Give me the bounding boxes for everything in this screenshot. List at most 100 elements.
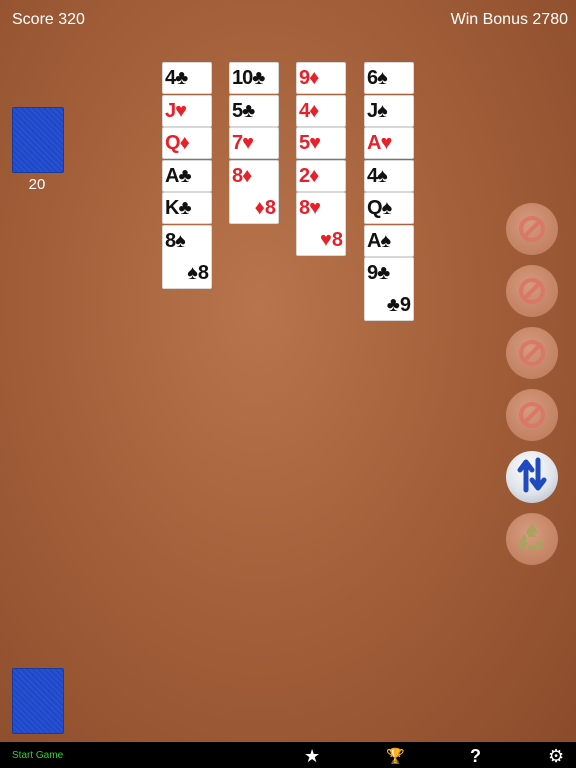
playing-card[interactable]: 2♦	[296, 159, 346, 192]
swap-arrows-icon	[517, 456, 547, 499]
playing-card[interactable]: K♣	[162, 192, 212, 224]
playing-card[interactable]: 4♠	[364, 159, 414, 192]
card-rank: A	[165, 164, 179, 187]
playing-card[interactable]: 7♥	[229, 127, 279, 159]
card-suit: ♥	[242, 132, 254, 154]
win-bonus-label: Win Bonus 2780	[450, 11, 568, 28]
playing-card[interactable]: 6♠	[364, 62, 414, 94]
undo-button[interactable]	[506, 451, 558, 503]
card-corner-suit: ♠	[187, 261, 198, 284]
stock-pile[interactable]	[12, 107, 64, 173]
no-entry-icon	[519, 340, 545, 366]
card-rank: 4	[165, 67, 176, 89]
star-icon[interactable]: ★	[304, 746, 320, 767]
card-rank-suit: 8♥	[299, 195, 321, 221]
card-rank-suit: 4♣	[165, 65, 188, 91]
card-rank: J	[367, 99, 378, 122]
card-rank-suit: Q♠	[367, 195, 393, 221]
card-suit: ♦	[179, 132, 190, 154]
playing-card[interactable]: 5♣	[229, 94, 279, 127]
card-rank: 9	[367, 262, 378, 284]
blocked-slot-3[interactable]	[506, 327, 558, 379]
card-rank-suit: 7♥	[232, 130, 254, 156]
card-suit: ♥	[309, 132, 321, 154]
card-suit: ♥	[380, 132, 392, 154]
playing-card[interactable]: 4♦	[296, 94, 346, 127]
start-game-button[interactable]: Start Game	[12, 750, 63, 761]
no-entry-icon	[519, 402, 545, 428]
card-suit: ♠	[380, 229, 391, 252]
card-rank-suit: 6♠	[367, 65, 388, 91]
recycle-button[interactable]	[506, 513, 558, 565]
stock-count: 20	[28, 176, 46, 193]
card-rank: 9	[299, 67, 310, 89]
card-rank-suit: 9♦	[299, 65, 319, 91]
card-rank-suit: 4♠	[367, 163, 388, 189]
settings-icon[interactable]: ⚙	[548, 746, 564, 767]
card-rank: A	[367, 229, 381, 252]
card-rank-suit: 4♦	[299, 98, 319, 124]
card-suit: ♦	[242, 164, 252, 187]
playing-card[interactable]: Q♠	[364, 192, 414, 224]
card-rank: Q	[165, 132, 181, 154]
waste-pile[interactable]	[12, 668, 64, 734]
playing-card[interactable]: J♥	[162, 94, 212, 127]
card-suit: ♠	[377, 67, 388, 89]
score-label: Score 320	[12, 11, 85, 28]
playing-card[interactable]: 4♣	[162, 62, 212, 94]
card-rank: K	[165, 197, 179, 219]
card-rank-suit: Q♦	[165, 130, 190, 156]
card-rank-suit: K♣	[165, 195, 192, 221]
card-corner-suit: ♥	[320, 229, 332, 251]
card-rank: 5	[299, 132, 310, 154]
card-suit: ♠	[381, 197, 393, 219]
playing-card[interactable]: 10♣	[229, 62, 279, 94]
card-suit: ♥	[175, 99, 187, 122]
playing-card[interactable]: 9♦	[296, 62, 346, 94]
card-rank-suit: 8♦	[232, 163, 252, 189]
card-corner-suit: ♦	[254, 196, 265, 219]
card-suit: ♠	[175, 229, 186, 252]
playing-card[interactable]: J♠	[364, 94, 414, 127]
trophy-icon[interactable]: 🏆	[386, 747, 405, 765]
card-suit: ♦	[309, 67, 319, 89]
blocked-slot-4[interactable]	[506, 389, 558, 441]
playing-card[interactable]: 8♦ ♦8	[229, 159, 279, 224]
playing-card[interactable]: A♠	[364, 224, 414, 257]
blocked-slot-1[interactable]	[506, 203, 558, 255]
card-suit: ♦	[309, 164, 319, 187]
card-rank: J	[165, 99, 176, 122]
card-rank-suit: A♥	[367, 130, 392, 156]
card-rank-suit: J♠	[367, 98, 388, 124]
card-corner-index: ♠8	[187, 261, 209, 285]
card-suit: ♣	[242, 99, 255, 122]
blocked-slot-2[interactable]	[506, 265, 558, 317]
top-bar: Score 320 Win Bonus 2780	[12, 11, 568, 33]
playing-card[interactable]: 9♣ ♣9	[364, 257, 414, 321]
card-corner-suit: ♣	[386, 294, 400, 316]
playing-card[interactable]: A♣	[162, 159, 212, 192]
card-rank: 8	[165, 229, 176, 252]
card-rank: 10	[232, 67, 253, 89]
card-suit: ♣	[252, 67, 265, 89]
playing-card[interactable]: 8♠ ♠8	[162, 224, 212, 289]
card-suit: ♠	[377, 164, 388, 187]
playing-card[interactable]: 5♥	[296, 127, 346, 159]
help-icon[interactable]: ?	[470, 746, 481, 767]
card-suit: ♠	[377, 99, 388, 122]
card-rank-suit: 8♠	[165, 228, 186, 254]
card-rank: 7	[232, 132, 243, 154]
card-corner-rank: 8	[331, 229, 343, 251]
card-rank-suit: 2♦	[299, 163, 319, 189]
playing-card[interactable]: 8♥ ♥8	[296, 192, 346, 256]
card-corner-rank: 8	[197, 261, 209, 284]
card-suit: ♣	[175, 67, 188, 89]
card-suit: ♥	[309, 197, 321, 219]
card-rank-suit: J♥	[165, 98, 187, 124]
playing-card[interactable]: A♥	[364, 127, 414, 159]
card-rank-suit: 10♣	[232, 65, 265, 91]
card-corner-rank: 9	[399, 294, 411, 316]
playing-card[interactable]: Q♦	[162, 127, 212, 159]
card-rank: 6	[367, 67, 378, 89]
recycle-icon	[514, 520, 550, 559]
